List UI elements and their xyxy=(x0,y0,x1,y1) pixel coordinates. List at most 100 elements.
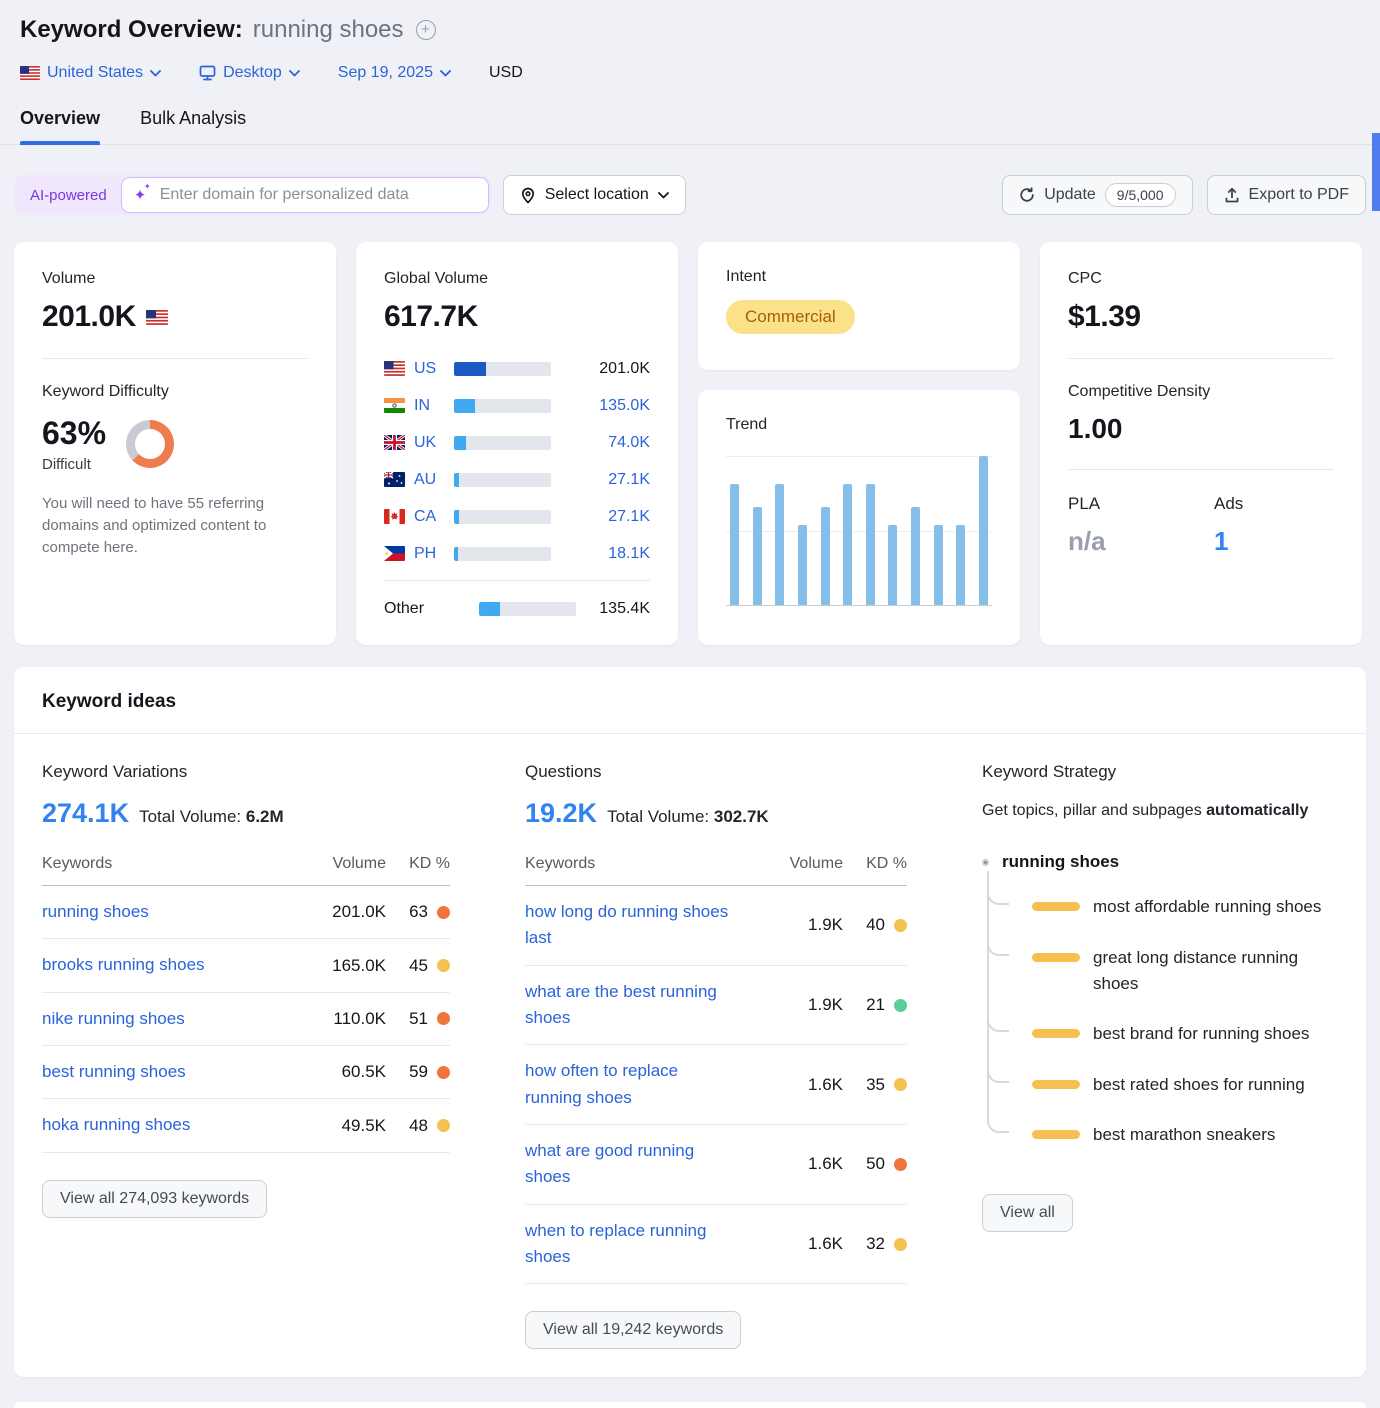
keyword-link[interactable]: what are good running shoes xyxy=(525,1138,735,1191)
volume-bar xyxy=(454,473,551,487)
keyword-link[interactable]: brooks running shoes xyxy=(42,952,205,978)
global-volume-row: PH 18.1K xyxy=(384,535,650,572)
kd-number: 63 xyxy=(409,902,428,922)
country-volume[interactable]: 18.1K xyxy=(551,545,650,563)
trend-bar xyxy=(730,484,739,605)
us-flag-icon xyxy=(20,66,40,80)
global-volume-row: IN 135.0K xyxy=(384,387,650,424)
tree-connector xyxy=(987,1110,1009,1133)
tab-bulk-analysis[interactable]: Bulk Analysis xyxy=(140,108,246,145)
country-link[interactable]: UK xyxy=(414,434,446,452)
view-all-strategy-button[interactable]: View all xyxy=(982,1194,1073,1232)
add-keyword-icon[interactable]: + xyxy=(416,20,436,40)
country-link[interactable]: CA xyxy=(414,508,446,526)
keyword-link[interactable]: hoka running shoes xyxy=(42,1112,190,1138)
trend-bar xyxy=(843,484,852,605)
global-volume-row: UK 74.0K xyxy=(384,424,650,461)
domain-input[interactable] xyxy=(160,186,476,204)
variations-total-label: Total Volume: xyxy=(139,807,241,826)
country-volume[interactable]: 27.1K xyxy=(551,471,650,489)
keyword-link[interactable]: how often to replace running shoes xyxy=(525,1058,735,1111)
questions-count[interactable]: 19.2K xyxy=(525,798,597,829)
cpc-value: $1.39 xyxy=(1068,300,1141,334)
ai-powered-group: AI-powered ✦✦ xyxy=(14,175,491,215)
volume-bar xyxy=(454,547,551,561)
update-counter: 9/5,000 xyxy=(1105,183,1176,207)
us-flag-icon xyxy=(146,310,168,325)
country-volume[interactable]: 27.1K xyxy=(551,508,650,526)
update-button[interactable]: Update 9/5,000 xyxy=(1002,175,1192,215)
ads-value[interactable]: 1 xyxy=(1214,526,1243,557)
table-row: what are the best running shoes 1.9K 21 xyxy=(525,965,907,1045)
tree-connector xyxy=(987,1060,1009,1083)
keyword-volume: 110.0K xyxy=(306,992,386,1045)
table-row: when to replace running shoes 1.6K 32 xyxy=(525,1204,907,1284)
keyword-link[interactable]: nike running shoes xyxy=(42,1006,185,1032)
keyword-link[interactable]: best running shoes xyxy=(42,1059,186,1085)
global-volume-card: Global Volume 617.7K US 201.0K IN 135.0K xyxy=(356,242,678,645)
kd-number: 35 xyxy=(866,1075,885,1095)
tab-overview[interactable]: Overview xyxy=(20,108,100,145)
kd-description: You will need to have 55 referring domai… xyxy=(42,493,308,558)
trend-bar xyxy=(934,525,943,605)
cpc-label: CPC xyxy=(1068,270,1334,288)
trend-bar xyxy=(979,456,988,605)
strategy-title: Keyword Strategy xyxy=(982,762,1338,782)
date-label: Sep 19, 2025 xyxy=(338,64,433,82)
keyword-link[interactable]: how long do running shoes last xyxy=(525,899,735,952)
database-label: United States xyxy=(47,64,143,82)
select-location-button[interactable]: Select location xyxy=(503,175,686,215)
page-header: Keyword Overview: running shoes + United… xyxy=(0,0,1380,145)
chevron-down-icon xyxy=(289,70,300,77)
keyword-ideas-card: Keyword ideas Keyword Variations 274.1K … xyxy=(14,667,1366,1377)
view-all-variations-button[interactable]: View all 274,093 keywords xyxy=(42,1180,267,1218)
variations-count[interactable]: 274.1K xyxy=(42,798,129,829)
strategy-topic: best marathon sneakers xyxy=(982,1110,1338,1160)
intent-card: Intent Commercial xyxy=(698,242,1020,370)
kd-number: 21 xyxy=(866,995,885,1015)
table-row: how often to replace running shoes 1.6K … xyxy=(525,1045,907,1125)
strategy-topic: best brand for running shoes xyxy=(982,1009,1338,1059)
kd-value: 63% xyxy=(42,415,106,452)
country-volume[interactable]: 74.0K xyxy=(551,434,650,452)
tree-connector xyxy=(987,882,1009,905)
country-link[interactable]: US xyxy=(414,360,446,378)
keyword-volume: 60.5K xyxy=(306,1046,386,1099)
keyword-link[interactable]: when to replace running shoes xyxy=(525,1218,735,1271)
country-link[interactable]: AU xyxy=(414,471,446,489)
export-pdf-label: Export to PDF xyxy=(1249,186,1349,204)
keyword-link[interactable]: what are the best running shoes xyxy=(525,979,735,1032)
pillar-bar-icon xyxy=(1032,902,1080,911)
date-selector[interactable]: Sep 19, 2025 xyxy=(338,64,451,82)
scrollbar-thumb[interactable] xyxy=(1372,133,1380,211)
cpc-card: CPC $1.39 Competitive Density 1.00 PLA n… xyxy=(1040,242,1362,645)
keyword-volume: 1.9K xyxy=(763,965,843,1045)
keyword-link[interactable]: running shoes xyxy=(42,899,149,925)
database-selector[interactable]: United States xyxy=(20,64,161,82)
view-all-questions-button[interactable]: View all 19,242 keywords xyxy=(525,1311,741,1349)
pla-label: PLA xyxy=(1068,494,1214,514)
trend-bar xyxy=(821,507,830,605)
ph-flag-icon xyxy=(384,546,405,561)
volume-card: Volume 201.0K Keyword Difficulty 63% Dif… xyxy=(14,242,336,645)
trend-bar xyxy=(956,525,965,605)
other-label: Other xyxy=(384,600,434,618)
global-volume-other-row: Other 135.4K xyxy=(384,589,650,629)
volume-bar xyxy=(454,510,551,524)
strategy-topic-label: best rated shoes for running xyxy=(1093,1072,1305,1098)
competitive-density-label: Competitive Density xyxy=(1068,383,1334,401)
export-pdf-button[interactable]: Export to PDF xyxy=(1207,175,1366,215)
country-volume[interactable]: 135.0K xyxy=(551,397,650,415)
chevron-down-icon xyxy=(440,70,451,77)
kd-dot xyxy=(437,1119,450,1132)
device-selector[interactable]: Desktop xyxy=(199,64,300,82)
kd-dot xyxy=(894,999,907,1012)
keyword-volume: 1.6K xyxy=(763,1045,843,1125)
country-link[interactable]: IN xyxy=(414,397,446,415)
country-link[interactable]: PH xyxy=(414,545,446,563)
questions-total-label: Total Volume: xyxy=(607,807,709,826)
trend-bar xyxy=(798,525,807,605)
col-header-kd: KD % xyxy=(386,855,450,886)
col-header-kd: KD % xyxy=(843,855,907,886)
intent-badge[interactable]: Commercial xyxy=(726,300,855,334)
